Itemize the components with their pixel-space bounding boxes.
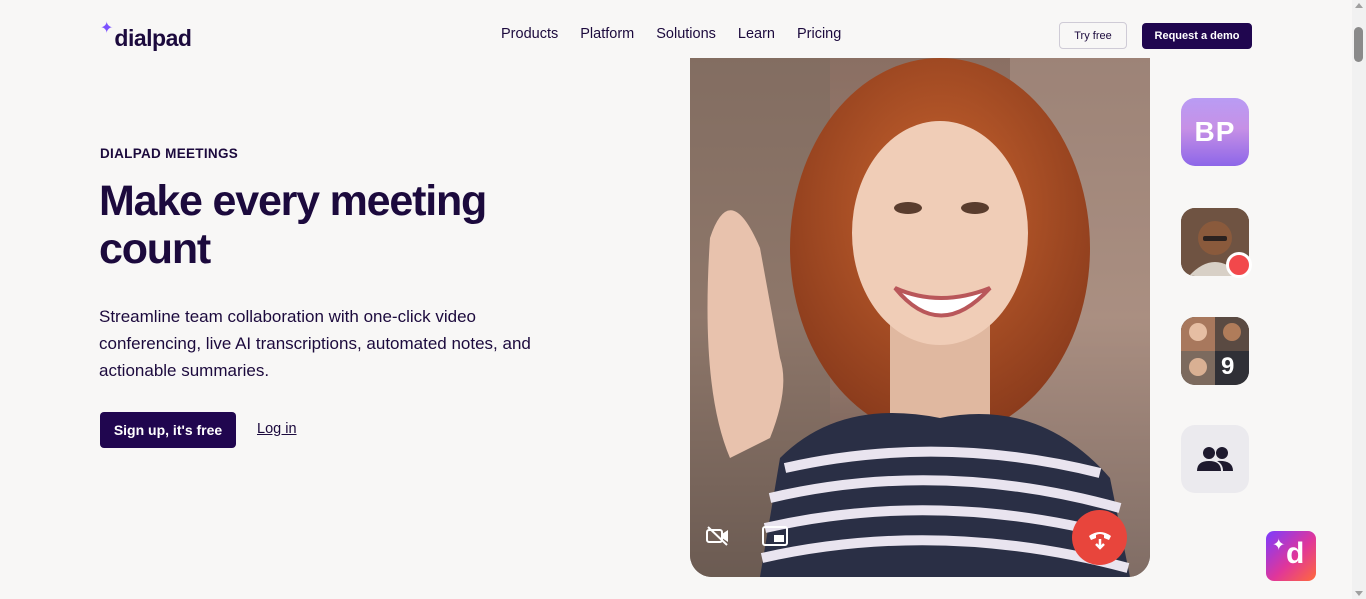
nav-learn[interactable]: Learn (738, 26, 775, 42)
participant-count: 9 (1221, 353, 1235, 380)
dialpad-ai-letter: d (1286, 537, 1305, 570)
signup-button[interactable]: Sign up, it's free (100, 412, 236, 448)
video-participant-image (690, 58, 1150, 577)
participant-tile-bp[interactable]: BP (1181, 98, 1249, 166)
end-call-icon (1088, 531, 1111, 550)
dialpad-ai-button[interactable]: ✦ d (1266, 531, 1316, 581)
participant-initials: BP (1194, 116, 1236, 147)
recording-indicator (1226, 252, 1252, 278)
logo-text: dialpad (114, 25, 192, 51)
dialpad-logo[interactable]: ✦ dialpad (100, 20, 192, 52)
nav-platform[interactable]: Platform (580, 26, 634, 42)
end-call-button[interactable] (1072, 510, 1127, 565)
request-demo-button[interactable]: Request a demo (1142, 23, 1252, 49)
hero-title: Make every meeting count (99, 177, 487, 273)
hero-description: Streamline team collaboration with one-c… (99, 307, 531, 380)
nav-products[interactable]: Products (501, 26, 558, 42)
people-icon (1197, 447, 1233, 471)
page-scrollbar[interactable] (1352, 0, 1366, 599)
try-free-button[interactable]: Try free (1059, 22, 1127, 49)
login-link[interactable]: Log in (257, 421, 297, 437)
camera-off-icon[interactable] (706, 525, 730, 552)
video-call-preview (690, 58, 1150, 577)
participants-button[interactable] (1181, 425, 1249, 493)
hero-eyebrow: DIALPAD MEETINGS (100, 146, 239, 161)
sparkle-icon: ✦ (100, 20, 114, 37)
participant-group-avatars (1181, 317, 1249, 385)
picture-in-picture-icon[interactable] (762, 526, 788, 551)
main-nav: Products Platform Solutions Learn Pricin… (501, 26, 841, 42)
dialpad-ai-icon: ✦ (1272, 537, 1286, 554)
nav-solutions[interactable]: Solutions (656, 26, 716, 42)
scroll-down-arrow[interactable] (1355, 591, 1363, 596)
participant-tile-group[interactable]: 9 (1181, 317, 1249, 385)
scroll-up-arrow[interactable] (1355, 3, 1363, 8)
nav-pricing[interactable]: Pricing (797, 26, 841, 42)
scroll-thumb[interactable] (1354, 27, 1363, 62)
